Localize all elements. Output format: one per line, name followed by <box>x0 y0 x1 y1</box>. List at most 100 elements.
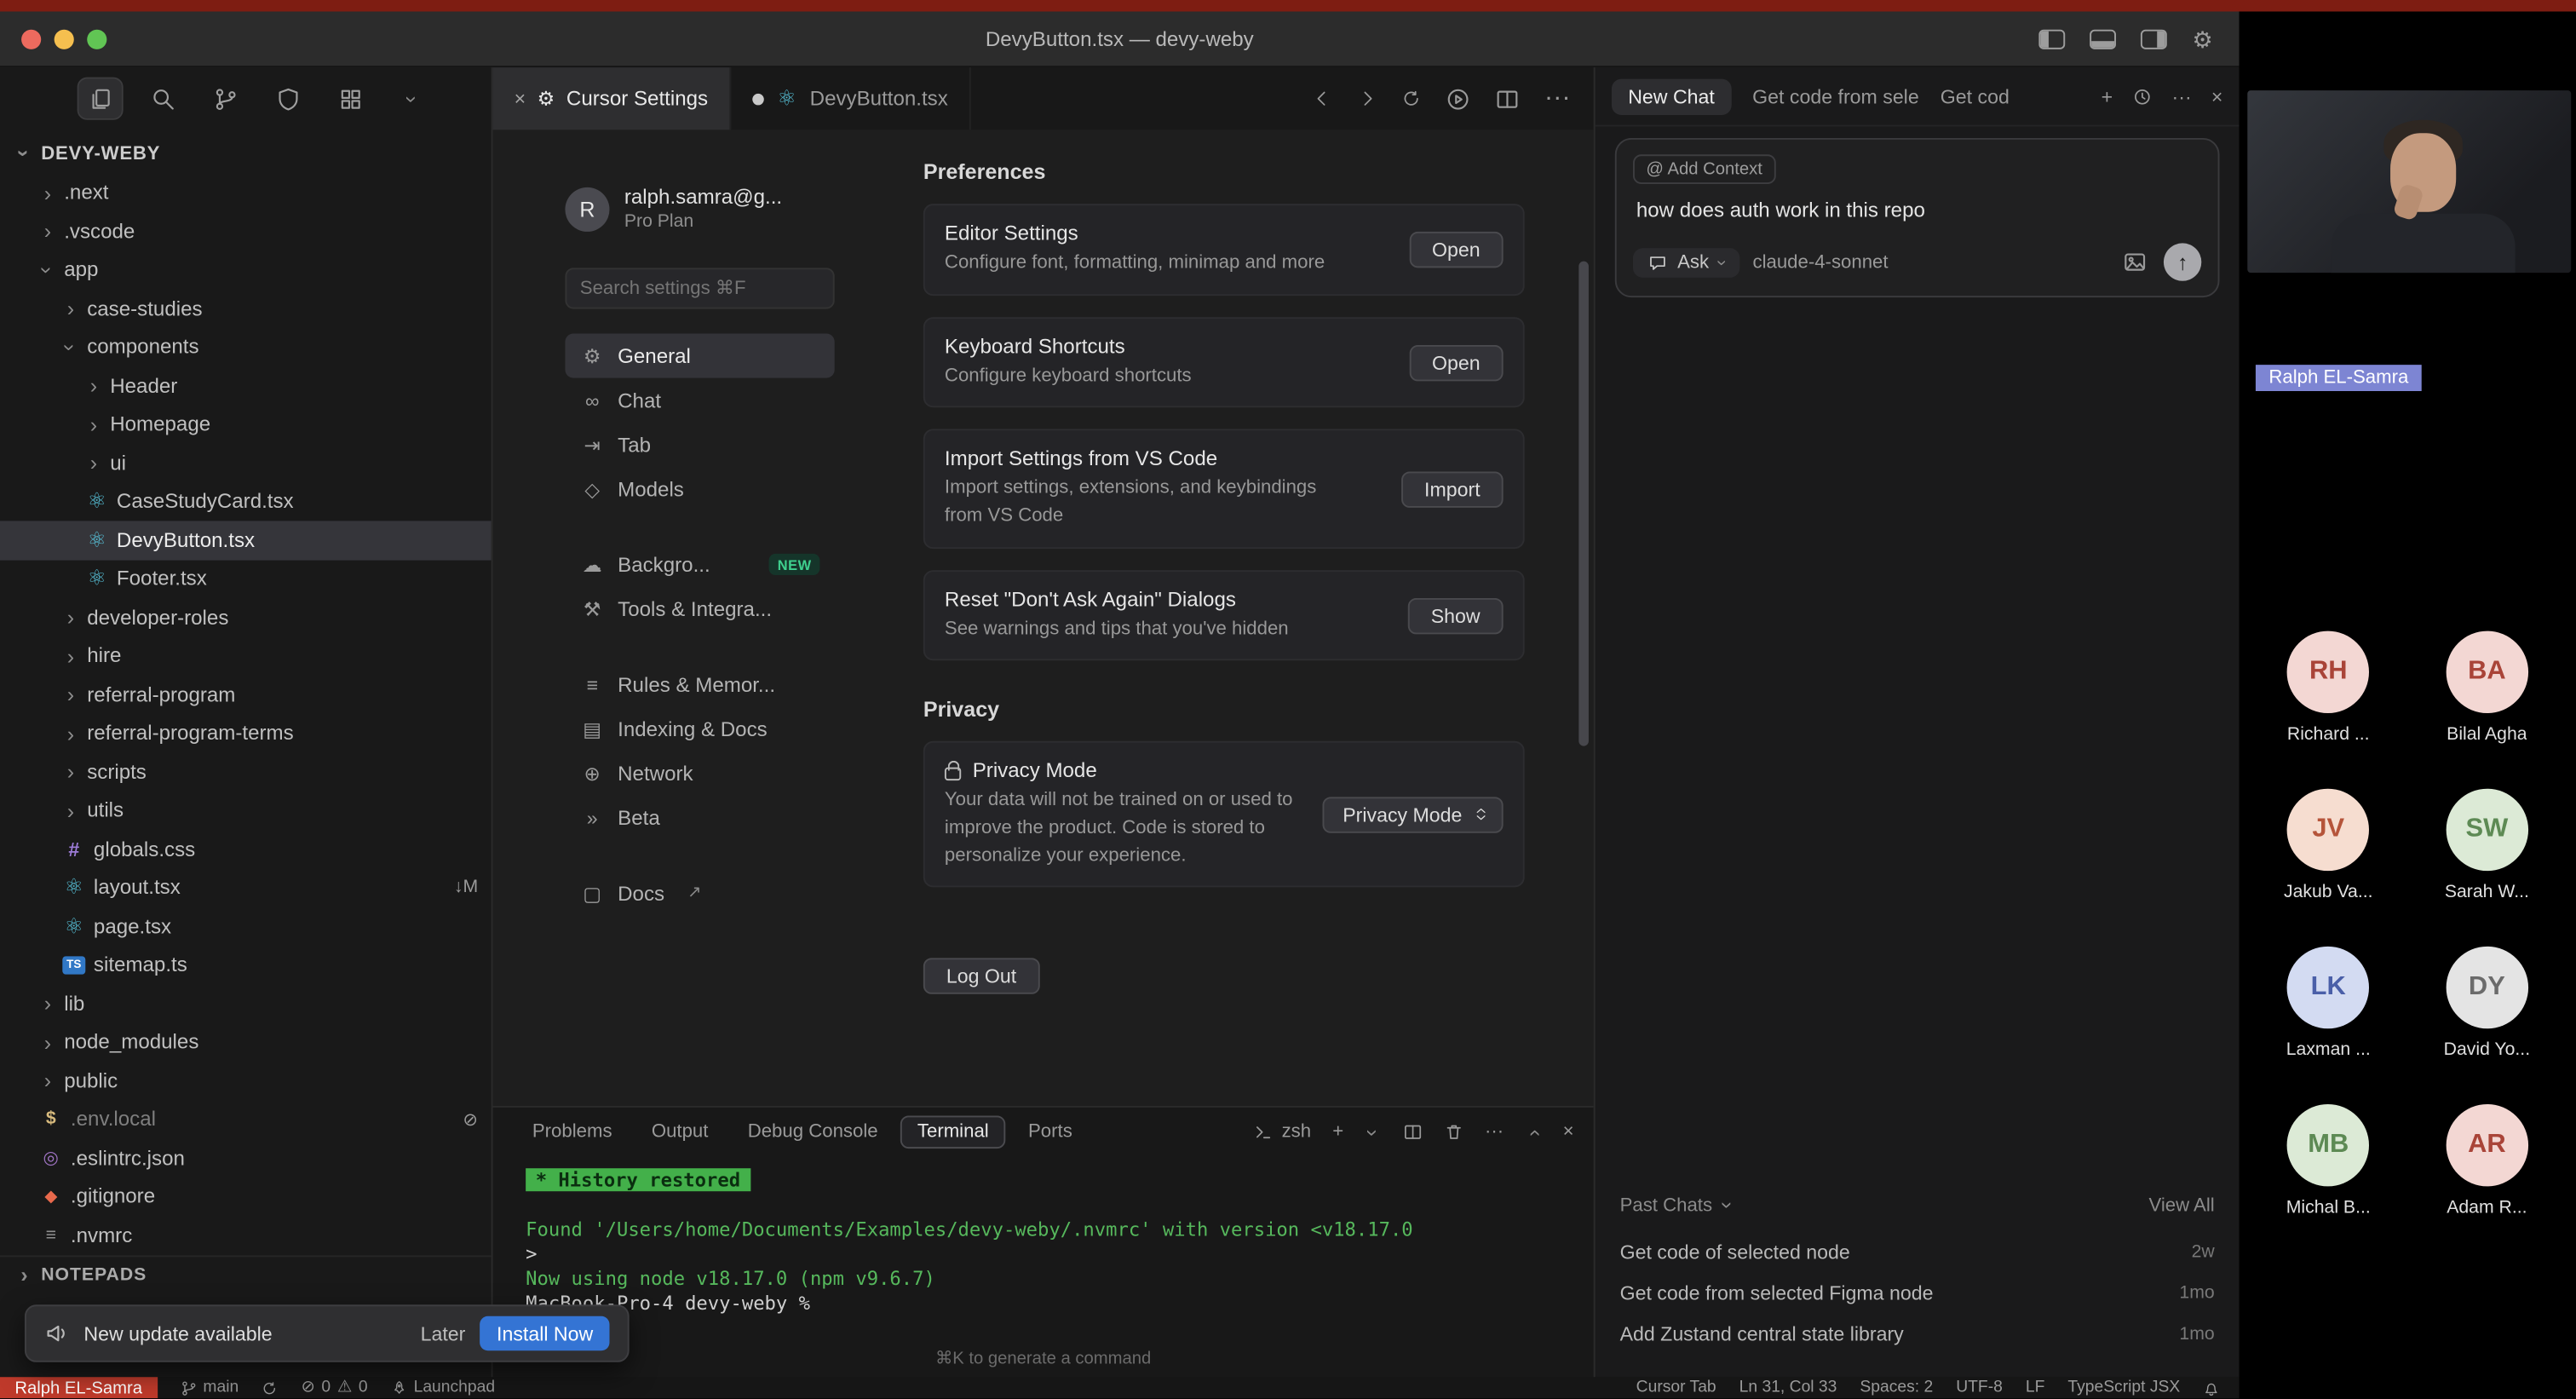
tree-item-gitignore[interactable]: ◆.gitignore <box>0 1177 492 1216</box>
tree-item-node-modules[interactable]: ›node_modules <box>0 1023 492 1062</box>
participant-tile[interactable]: RHRichard ... <box>2249 631 2407 745</box>
image-attach-icon[interactable] <box>2123 250 2148 274</box>
bell-icon[interactable] <box>2203 1379 2219 1396</box>
install-now-button[interactable]: Install Now <box>480 1316 610 1351</box>
close-panel-icon[interactable]: × <box>1563 1122 1574 1142</box>
tree-item-env-local[interactable]: $.env.local⊘ <box>0 1100 492 1138</box>
tree-item-app[interactable]: ›app <box>0 250 492 289</box>
privacy-mode-select[interactable]: Privacy Mode <box>1323 797 1504 832</box>
chevron-down-icon[interactable]: › <box>391 79 434 118</box>
sync-indicator[interactable] <box>262 1379 278 1396</box>
tree-item-page-tsx[interactable]: ⚛page.tsx <box>0 907 492 946</box>
run-icon[interactable] <box>1446 86 1470 111</box>
statusbar-lf[interactable]: LF <box>2026 1379 2045 1396</box>
tree-item-globals-css[interactable]: #globals.css <box>0 830 492 868</box>
more-icon[interactable]: ··· <box>1485 1122 1504 1142</box>
nav-back-icon[interactable] <box>1313 89 1332 108</box>
more-icon[interactable]: ··· <box>2172 84 2192 107</box>
tree-item-sitemap-ts[interactable]: TSsitemap.ts <box>0 946 492 984</box>
trash-icon[interactable] <box>1444 1122 1463 1142</box>
settings-nav-general[interactable]: ⚙General <box>565 333 834 377</box>
settings-gear-icon[interactable]: ⚙ <box>2193 27 2213 50</box>
toggle-panel-icon[interactable] <box>2090 29 2117 49</box>
settings-nav-chat[interactable]: ∞Chat <box>565 378 834 423</box>
open-button[interactable]: Open <box>1409 232 1504 268</box>
chat-input-card[interactable]: @ Add Context how does auth work in this… <box>1615 138 2220 297</box>
settings-nav-network[interactable]: ⊕Network <box>565 751 834 795</box>
explorer-icon[interactable] <box>79 79 122 118</box>
tree-item-referral-program[interactable]: ›referral-program <box>0 676 492 714</box>
open-button[interactable]: Open <box>1409 344 1504 380</box>
send-button[interactable]: ↑ <box>2164 243 2201 280</box>
tree-item-hire[interactable]: ›hire <box>0 636 492 675</box>
settings-nav-indexing-docs[interactable]: ▤Indexing & Docs <box>565 706 834 751</box>
participant-tile[interactable]: SWSarah W... <box>2407 789 2566 902</box>
chat-tab-get-cod[interactable]: Get cod <box>1941 84 2010 107</box>
close-icon[interactable]: × <box>515 87 526 110</box>
model-selector[interactable]: claude-4-sonnet <box>1752 252 1888 272</box>
tree-item-components[interactable]: ›components <box>0 328 492 366</box>
settings-nav-beta[interactable]: »Beta <box>565 795 834 839</box>
statusbar-cursor-tab[interactable]: Cursor Tab <box>1636 1379 1716 1396</box>
tree-item-homepage[interactable]: ›Homepage <box>0 405 492 443</box>
toggle-secondary-sidebar-icon[interactable] <box>2142 29 2168 49</box>
tree-item-referral-program-terms[interactable]: ›referral-program-terms <box>0 714 492 752</box>
tab-cursor-settings[interactable]: × ⚙ Cursor Settings <box>493 67 732 130</box>
chat-message[interactable]: how does auth work in this repo <box>1633 199 2201 222</box>
more-actions-icon[interactable]: ··· <box>1544 83 1571 113</box>
chat-tab-new-chat[interactable]: New Chat <box>1612 78 1731 114</box>
past-chat-item[interactable]: Add Zustand central state library1mo <box>1620 1313 2215 1354</box>
participant-tile[interactable]: JVJakub Va... <box>2249 789 2407 902</box>
tree-item-public[interactable]: ›public <box>0 1062 492 1100</box>
account-card[interactable]: R ralph.samra@g... Pro Plan <box>565 186 887 232</box>
statusbar-spaces-2[interactable]: Spaces: 2 <box>1860 1379 1933 1396</box>
view-all-link[interactable]: View All <box>2148 1195 2214 1215</box>
show-button[interactable]: Show <box>1408 597 1504 633</box>
chat-tab-get-code-from-sele[interactable]: Get code from sele <box>1752 84 1919 107</box>
new-terminal-icon[interactable]: + <box>1332 1122 1343 1142</box>
settings-nav-docs[interactable]: ▢Docs↗ <box>565 871 834 915</box>
tree-item-lib[interactable]: ›lib <box>0 984 492 1022</box>
statusbar-typescript-jsx[interactable]: TypeScript JSX <box>2067 1379 2180 1396</box>
tree-root-devy-weby[interactable]: ›DEVY-WEBY <box>0 135 492 173</box>
scrollbar[interactable] <box>1578 262 1589 746</box>
settings-nav-backgro[interactable]: ☁Backgro...NEW <box>565 542 834 586</box>
panel-tab-debug-console[interactable]: Debug Console <box>731 1115 894 1149</box>
past-chat-item[interactable]: Get code of selected node2w <box>1620 1230 2215 1271</box>
log-out-button[interactable]: Log Out <box>923 959 1039 994</box>
chevron-down-icon[interactable]: › <box>1718 1197 1739 1213</box>
zoom-window-button[interactable] <box>87 29 106 49</box>
search-icon[interactable] <box>141 79 184 118</box>
nav-forward-icon[interactable] <box>1357 89 1377 108</box>
panel-tab-ports[interactable]: Ports <box>1012 1115 1089 1149</box>
participant-tile[interactable]: MBMichal B... <box>2249 1104 2407 1218</box>
new-chat-plus-icon[interactable]: + <box>2102 84 2113 107</box>
tab-devybutton[interactable]: ⚛ DevyButton.tsx <box>731 67 971 130</box>
close-chat-icon[interactable]: × <box>2211 84 2223 107</box>
minimize-window-button[interactable] <box>55 29 74 49</box>
past-chat-item[interactable]: Get code from selected Figma node1mo <box>1620 1272 2215 1313</box>
source-control-icon[interactable] <box>204 79 246 118</box>
mode-selector[interactable]: Ask › <box>1633 247 1739 277</box>
participant-tile[interactable]: ARAdam R... <box>2407 1104 2566 1218</box>
tree-item-vscode[interactable]: ›.vscode <box>0 212 492 250</box>
panel-tab-problems[interactable]: Problems <box>516 1115 629 1149</box>
participant-tile[interactable]: LKLaxman ... <box>2249 947 2407 1060</box>
extensions-grid-icon[interactable] <box>329 79 371 118</box>
tree-item-layout-tsx[interactable]: ⚛layout.tsx↓M <box>0 868 492 907</box>
split-editor-icon[interactable] <box>1495 86 1520 111</box>
participant-tile[interactable]: BABilal Agha <box>2407 631 2566 745</box>
tree-item-header[interactable]: ›Header <box>0 366 492 405</box>
tree-item-eslintrc-json[interactable]: ◎.eslintrc.json <box>0 1138 492 1177</box>
participant-tile[interactable]: DYDavid Yo... <box>2407 947 2566 1060</box>
statusbar-ln-31-col-33[interactable]: Ln 31, Col 33 <box>1739 1379 1837 1396</box>
shell-indicator[interactable]: zsh <box>1254 1122 1311 1142</box>
panel-tab-output[interactable]: Output <box>635 1115 725 1149</box>
settings-nav-models[interactable]: ◇Models <box>565 467 834 511</box>
panel-tab-terminal[interactable]: Terminal <box>901 1115 1005 1149</box>
add-context-chip[interactable]: @ Add Context <box>1633 154 1775 184</box>
tree-item-developer-roles[interactable]: ›developer-roles <box>0 598 492 636</box>
settings-nav-tab[interactable]: ⇥Tab <box>565 423 834 467</box>
statusbar-utf-8[interactable]: UTF-8 <box>1956 1379 2003 1396</box>
webcam-video-tile[interactable] <box>2247 90 2571 273</box>
